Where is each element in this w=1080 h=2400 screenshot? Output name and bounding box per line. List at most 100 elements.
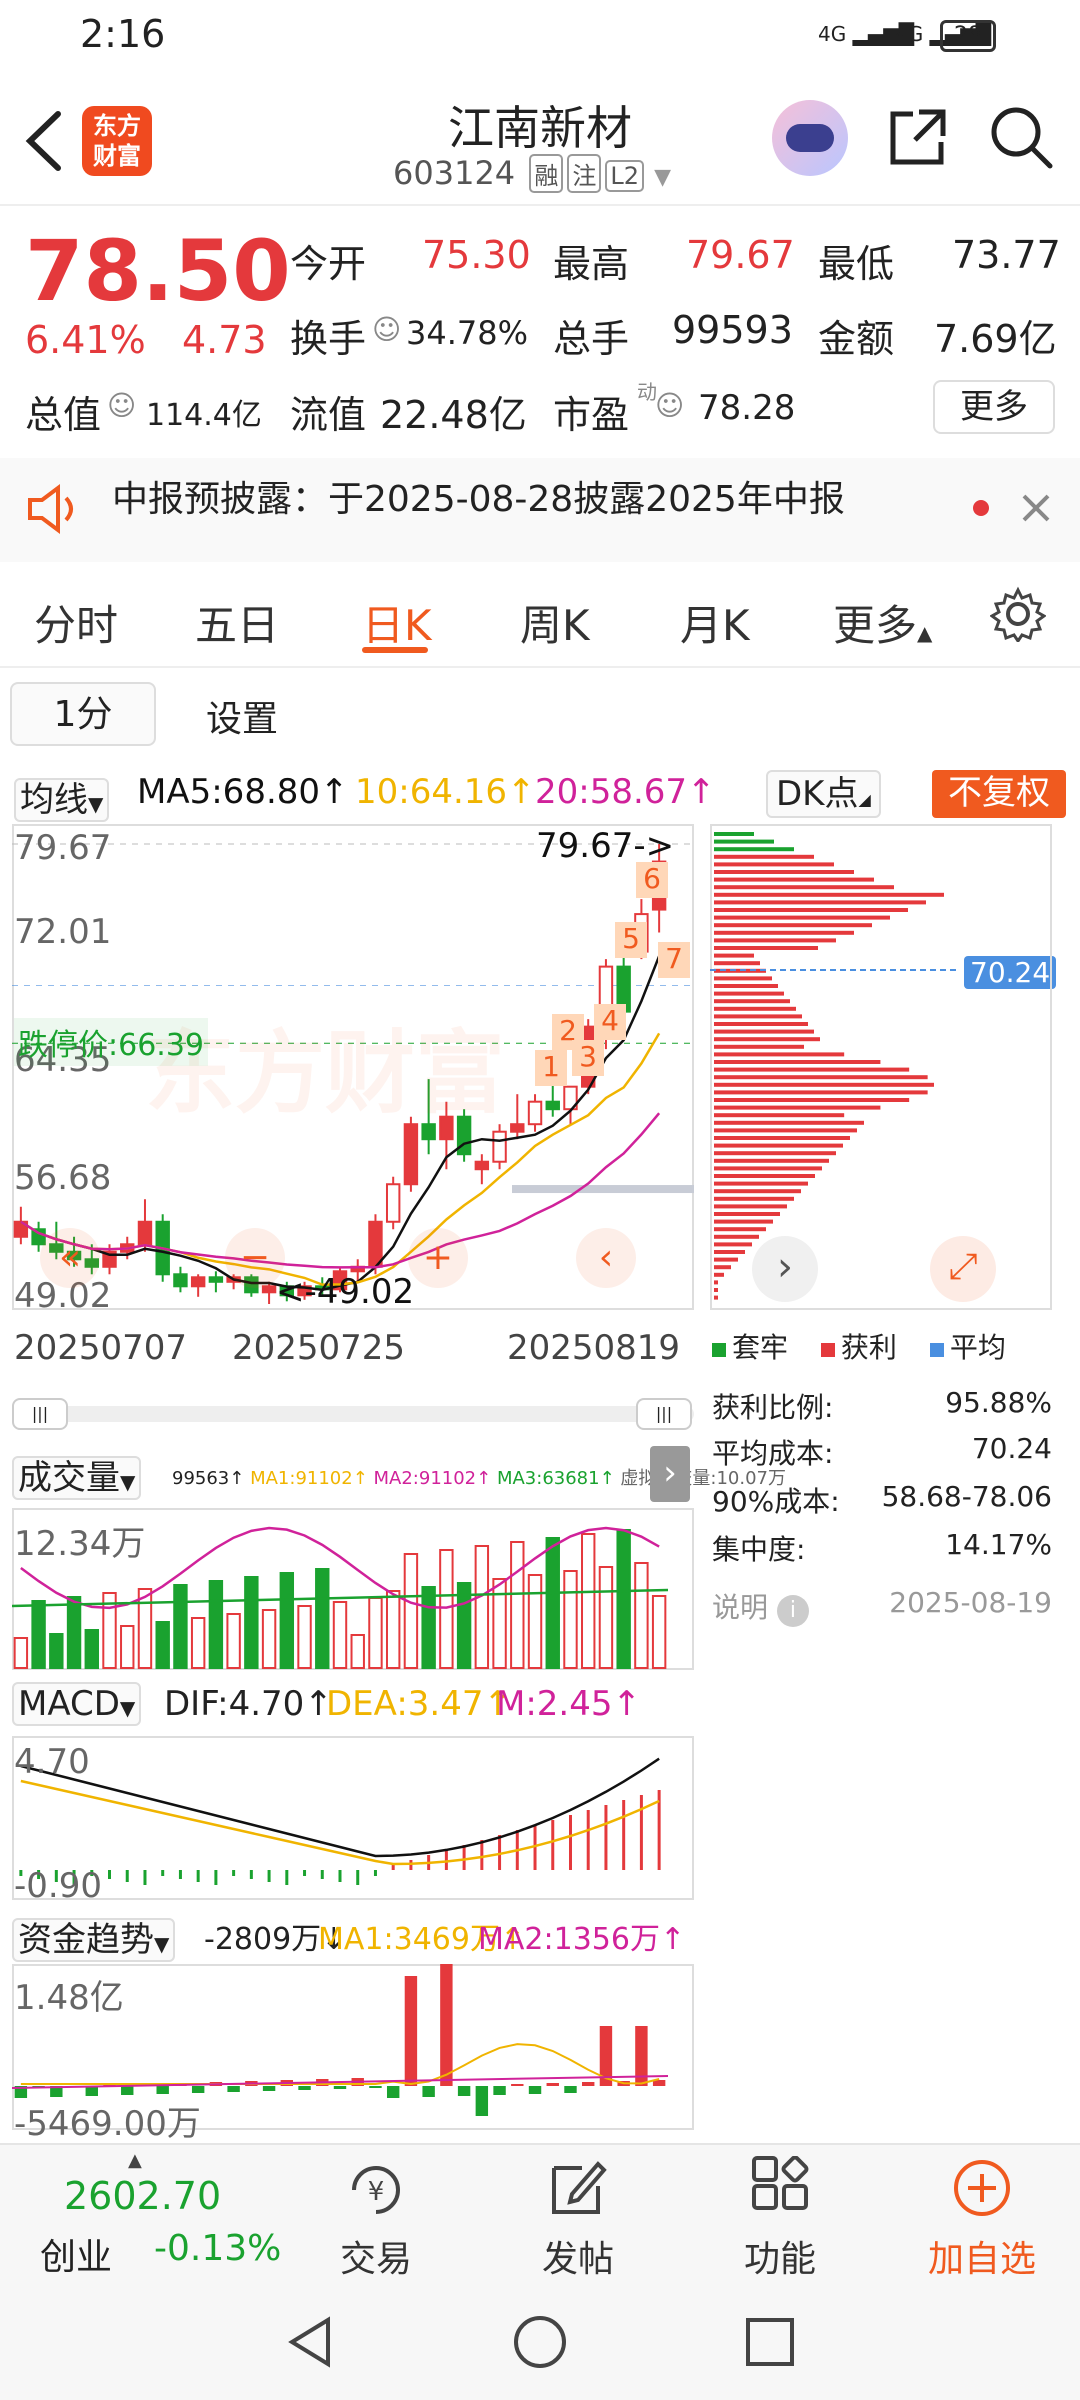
- volume-bar: [261, 1609, 277, 1669]
- chip-next-icon[interactable]: ›: [752, 1236, 818, 1302]
- index-name[interactable]: 创业: [40, 2228, 112, 2280]
- nav-home-icon[interactable]: [510, 2312, 570, 2372]
- chip-bar: [714, 1037, 820, 1042]
- current-price: 78.50: [25, 222, 291, 320]
- volume-bar: [510, 1541, 525, 1669]
- chip-bar: [714, 1174, 815, 1178]
- range-scrollbar[interactable]: [12, 1406, 694, 1422]
- add-watchlist-button[interactable]: 加自选: [912, 2230, 1052, 2282]
- limit-down-price: 跌停价:66.39: [14, 1018, 208, 1066]
- tab-week-k[interactable]: 周K: [520, 592, 590, 653]
- volume-ytick-max: 12.34万: [14, 1524, 146, 1564]
- info-icon[interactable]: ☺: [107, 389, 136, 422]
- zoom-out-icon[interactable]: −: [225, 1228, 285, 1288]
- period-select-button[interactable]: 1分: [10, 682, 156, 746]
- volume-indicator-selector[interactable]: 成交量▼: [12, 1450, 142, 1500]
- volume-bar: [332, 1601, 348, 1669]
- chip-bar: [714, 1196, 794, 1201]
- trade-icon[interactable]: ¥: [344, 2158, 408, 2222]
- speaker-icon: [28, 484, 73, 534]
- chip-bar: [714, 1265, 731, 1270]
- volume-bar: [173, 1584, 188, 1669]
- mcap-value: 114.4亿: [146, 398, 262, 433]
- volume-bar: [598, 1566, 614, 1669]
- info-icon[interactable]: ☺: [372, 313, 401, 346]
- index-value[interactable]: 2602.70: [64, 2174, 221, 2218]
- fund-bar: [333, 2086, 347, 2089]
- mcap-label: 总值: [25, 393, 102, 437]
- dk-marker-5[interactable]: 5: [615, 922, 647, 958]
- dk-marker-6[interactable]: 6: [636, 862, 668, 898]
- tab-more[interactable]: 更多▲: [833, 592, 932, 653]
- dk-point-selector[interactable]: DK点◢: [766, 770, 881, 818]
- chip-bar: [714, 1044, 804, 1049]
- macd-selector[interactable]: MACD▼: [12, 1682, 142, 1726]
- assistant-avatar[interactable]: [772, 100, 848, 176]
- chip-bar: [714, 1204, 787, 1209]
- volume-value: 99593: [672, 308, 793, 352]
- nav-back-icon[interactable]: [280, 2312, 340, 2372]
- info-icon[interactable]: ☺: [655, 389, 684, 422]
- stock-code-line: 603124 融注 L2 ▼: [393, 154, 671, 193]
- chip-bar: [714, 1212, 780, 1216]
- expand-panel-icon[interactable]: ›: [650, 1446, 690, 1502]
- chevron-down-icon[interactable]: ▼: [654, 165, 671, 190]
- macd-ytick-min: -0.90: [14, 1866, 102, 1906]
- function-icon[interactable]: [748, 2156, 812, 2220]
- add-watchlist-icon[interactable]: [950, 2156, 1014, 2220]
- chip-bar: [714, 1052, 845, 1057]
- expand-icon[interactable]: ⤢: [930, 1236, 996, 1302]
- back-icon[interactable]: [18, 106, 68, 176]
- ma-selector[interactable]: 均线▼: [14, 772, 110, 822]
- settings-button[interactable]: 设置: [206, 690, 278, 742]
- post-icon[interactable]: [546, 2156, 610, 2220]
- volume-bar: [226, 1613, 241, 1669]
- pe-dynamic-mark: 动: [637, 380, 657, 404]
- candle-body: [474, 1160, 490, 1171]
- fund-bar: [528, 2086, 542, 2094]
- tab-month-k[interactable]: 月K: [680, 592, 750, 653]
- more-button[interactable]: 更多: [933, 380, 1055, 434]
- kline-xtick-1: 20250707: [14, 1328, 188, 1368]
- gear-icon[interactable]: [990, 586, 1046, 642]
- scroll-left-fast-icon[interactable]: «: [40, 1228, 100, 1288]
- index-change[interactable]: -0.13%: [154, 2228, 281, 2269]
- tab-five-day[interactable]: 五日: [195, 592, 279, 653]
- trade-button[interactable]: 交易: [306, 2230, 446, 2282]
- candle-body: [527, 1100, 543, 1126]
- volume-bar: [84, 1629, 99, 1669]
- chip-note-link[interactable]: 说明 i: [712, 1586, 809, 1627]
- function-button[interactable]: 功能: [710, 2230, 850, 2282]
- fund-bar: [457, 2086, 471, 2096]
- post-button[interactable]: 发帖: [508, 2230, 648, 2282]
- chip-bar: [714, 1075, 928, 1080]
- scroll-left-icon[interactable]: ‹: [576, 1228, 636, 1288]
- chip-bar: [714, 961, 760, 966]
- share-icon[interactable]: [885, 106, 949, 170]
- volume-bar: [385, 1590, 401, 1669]
- fund-trend-selector[interactable]: 资金趋势▼: [12, 1912, 176, 1962]
- chip-bar: [714, 1181, 808, 1186]
- fund-ytick-min: -5469.00万: [14, 2104, 201, 2144]
- macd-m: M:2.45↑: [496, 1684, 641, 1724]
- zoom-in-icon[interactable]: +: [408, 1228, 468, 1288]
- tab-day-k[interactable]: 日K: [362, 592, 432, 653]
- tab-minute[interactable]: 分时: [34, 592, 118, 653]
- stock-code: 603124: [393, 154, 516, 192]
- dk-marker-1[interactable]: 1: [535, 1050, 567, 1086]
- adjust-selector[interactable]: 不复权: [932, 770, 1066, 818]
- search-icon[interactable]: [988, 104, 1054, 170]
- chip-bar: [714, 892, 944, 897]
- chip-bar: [714, 1128, 857, 1133]
- range-handle-right[interactable]: |||: [636, 1398, 692, 1430]
- dk-marker-7[interactable]: 7: [658, 942, 690, 978]
- chip-bar: [714, 915, 890, 920]
- nav-recents-icon[interactable]: [740, 2312, 800, 2372]
- range-handle-left[interactable]: |||: [12, 1398, 68, 1430]
- dk-marker-4[interactable]: 4: [594, 1004, 626, 1040]
- dk-marker-3[interactable]: 3: [572, 1040, 604, 1076]
- fund-bar: [386, 2086, 400, 2098]
- volume-stats: 99563↑ MA1:91102↑ MA2:91102↑ MA3:63681↑ …: [172, 1468, 786, 1489]
- close-icon[interactable]: [1020, 492, 1052, 524]
- chip-bar: [714, 923, 872, 928]
